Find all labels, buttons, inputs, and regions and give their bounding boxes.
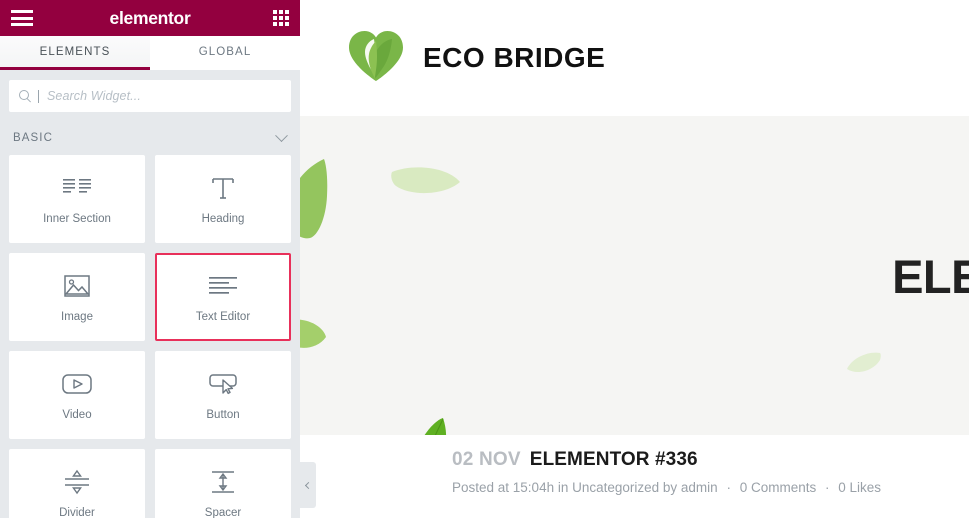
grid-icon[interactable] [273,10,289,26]
panel-tabs: ELEMENTS GLOBAL [0,36,300,70]
widget-button[interactable]: Button [155,351,291,439]
text-editor-icon [208,271,238,301]
text-caret [38,89,39,103]
heading-icon [210,173,236,203]
search-container: Search Widget... [0,70,300,121]
post-title-row: 02 NOV ELEMENTOR #336 [452,449,969,471]
widget-label: Spacer [204,507,242,518]
widget-label: Divider [59,507,95,518]
widget-label: Text Editor [195,311,251,323]
widget-list: Inner Section Heading Image Text Editor … [0,155,300,518]
panel-collapse-handle[interactable] [300,462,316,508]
widget-spacer[interactable]: Spacer [155,449,291,518]
inner-section-icon [62,173,92,203]
video-icon [62,369,92,399]
page-preview: ECO BRIDGE ELE 02 NOV ELEMENTOR #336 Pos… [300,0,969,518]
widget-divider[interactable]: Divider [9,449,145,518]
post-title[interactable]: ELEMENTOR #336 [530,449,698,471]
hamburger-icon[interactable] [11,10,33,26]
post-meta-posted: Posted at 15:04h in Uncategorized by adm… [452,480,718,495]
post-meta: Posted at 15:04h in Uncategorized by adm… [452,480,969,495]
widget-label: Video [62,409,92,421]
brand-name: ECO BRIDGE [423,42,606,73]
site-header: ECO BRIDGE [300,0,969,116]
widget-heading[interactable]: Heading [155,155,291,243]
hero-title: ELE [892,250,969,303]
post-meta-comments[interactable]: 0 Comments [740,480,817,495]
widget-label: Heading [201,213,245,225]
widget-image[interactable]: Image [9,253,145,341]
widget-label: Button [206,409,240,421]
widget-text-editor[interactable]: Text Editor [155,253,291,341]
spacer-icon [209,467,237,497]
search-icon [19,90,31,102]
widget-label: Image [61,311,93,323]
widget-inner-section[interactable]: Inner Section [9,155,145,243]
elementor-widget-panel: elementor ELEMENTS GLOBAL Search Widget.… [0,0,300,518]
meta-separator: · [825,480,830,495]
hero-section: ELE [300,116,969,435]
widget-video[interactable]: Video [9,351,145,439]
meta-separator: · [726,480,731,495]
chevron-left-icon [304,481,312,489]
site-brand[interactable]: ECO BRIDGE [345,28,605,89]
chevron-down-icon[interactable] [275,128,288,142]
search-input[interactable]: Search Widget... [9,80,291,112]
widget-label: Inner Section [43,213,111,225]
image-icon [64,271,90,301]
category-basic-header[interactable]: BASIC [0,121,300,155]
elementor-editor: elementor ELEMENTS GLOBAL Search Widget.… [0,0,969,518]
divider-icon [63,467,91,497]
search-placeholder: Search Widget... [47,89,141,103]
tab-global[interactable]: GLOBAL [150,36,300,70]
post-meta-likes[interactable]: 0 Likes [838,480,881,495]
category-label: BASIC [13,132,54,144]
elementor-logo: elementor [109,8,191,28]
tab-elements[interactable]: ELEMENTS [0,36,150,70]
eco-heart-leaf-logo [345,28,407,89]
button-icon [208,369,238,399]
panel-header: elementor [0,0,300,36]
post-block: 02 NOV ELEMENTOR #336 Posted at 15:04h i… [300,435,969,518]
post-date: 02 NOV [452,449,521,470]
